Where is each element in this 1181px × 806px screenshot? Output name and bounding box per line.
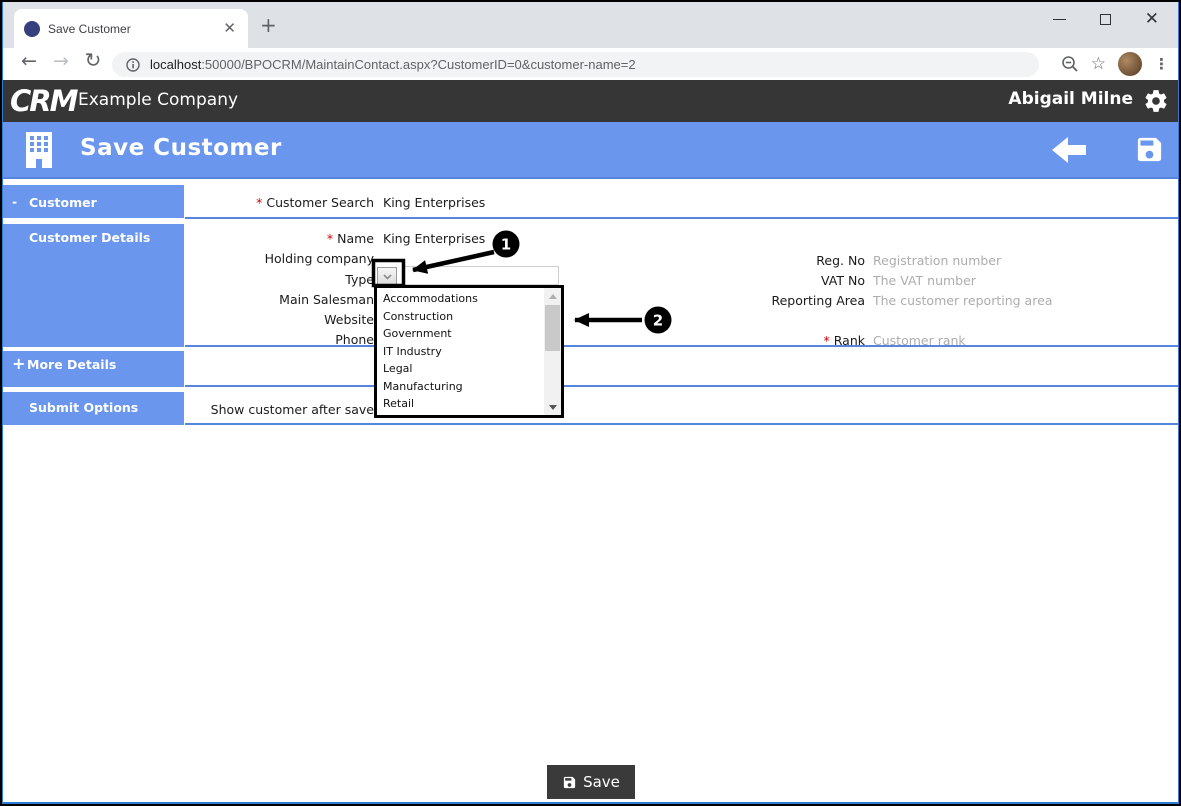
page-title: Save Customer: [80, 135, 282, 161]
dropdown-scrollbar[interactable]: [544, 288, 561, 415]
phone-label: Phone: [335, 332, 374, 347]
new-tab-button[interactable]: +: [260, 15, 277, 35]
profile-avatar[interactable]: [1118, 52, 1142, 76]
forward-icon: →: [53, 50, 69, 72]
type-options: Accommodations Construction Government I…: [377, 288, 544, 415]
back-icon[interactable]: ←: [16, 52, 42, 71]
type-input[interactable]: [402, 266, 559, 285]
type-dropdown-list: Accommodations Construction Government I…: [374, 285, 564, 418]
browser-tab[interactable]: Save Customer ✕: [14, 9, 248, 48]
collapse-minus-icon[interactable]: -: [12, 194, 17, 209]
tab-close-icon[interactable]: ✕: [219, 19, 240, 38]
toolbar-right-icons: ☆ ⋮: [1061, 48, 1169, 80]
type-option[interactable]: Accommodations: [377, 290, 544, 308]
logged-in-user[interactable]: Abigail Milne: [1008, 89, 1133, 109]
name-value[interactable]: King Enterprises: [383, 231, 485, 247]
holding-company-value[interactable]: -: [383, 251, 388, 267]
company-name: Example Company: [78, 90, 239, 110]
scroll-down-icon[interactable]: [544, 399, 561, 415]
type-option[interactable]: Retail: [377, 395, 544, 413]
type-option[interactable]: Manufacturing: [377, 378, 544, 396]
customer-search-label: * Customer Search: [256, 195, 374, 210]
type-option[interactable]: Government: [377, 325, 544, 343]
browser-menu-icon[interactable]: ⋮: [1154, 55, 1169, 73]
app-header: CRM Example Company Abigail Milne: [2, 80, 1179, 122]
sidebar-item-customer-details[interactable]: Customer Details: [2, 224, 184, 347]
vat-no-input[interactable]: The VAT number: [873, 273, 976, 289]
type-label: Type: [345, 272, 374, 287]
browser-toolbar: ← → ↻ localhost:50000/BPOCRM/MaintainCon…: [2, 48, 1179, 80]
url-text[interactable]: localhost:50000/BPOCRM/MaintainContact.a…: [150, 57, 636, 72]
vat-no-label: VAT No: [821, 273, 865, 288]
bookmark-star-icon[interactable]: ☆: [1091, 54, 1106, 74]
settings-gear-icon[interactable]: [1143, 88, 1169, 118]
browser-window: Save Customer ✕ + ✕ ← → ↻ localhost:5000…: [0, 0, 1181, 806]
window-controls: ✕: [1052, 2, 1171, 36]
name-label: * Name: [326, 231, 374, 246]
customer-search-value[interactable]: King Enterprises: [383, 195, 485, 211]
type-option[interactable]: IT Industry: [377, 343, 544, 361]
scrollbar-thumb[interactable]: [545, 305, 560, 351]
show-customer-after-save-label: Show customer after save: [210, 402, 374, 417]
holding-company-label: Holding company: [264, 251, 374, 266]
crm-logo: CRM: [10, 84, 78, 118]
website-label: Website: [324, 312, 374, 327]
section-divider: [185, 423, 1179, 425]
reporting-area-label: Reporting Area: [771, 293, 865, 308]
back-navigation-icon[interactable]: [1051, 136, 1087, 168]
zoom-indicator-icon[interactable]: [1061, 55, 1079, 73]
reg-no-label: Reg. No: [816, 253, 865, 268]
minimize-icon[interactable]: [1052, 18, 1066, 20]
rank-label: * Rank: [823, 333, 865, 348]
reload-icon[interactable]: ↻: [80, 50, 106, 70]
scroll-up-icon[interactable]: [544, 288, 561, 304]
maximize-icon[interactable]: [1099, 13, 1111, 25]
expand-plus-icon[interactable]: +: [12, 354, 25, 373]
sidebar-item-customer[interactable]: - Customer: [2, 185, 184, 218]
save-floppy-icon: [563, 776, 576, 788]
rank-input[interactable]: Customer rank: [873, 333, 966, 349]
form-content: - Customer Customer Details + More Detai…: [2, 181, 1179, 804]
type-option[interactable]: Legal: [377, 360, 544, 378]
section-divider: [185, 385, 1179, 387]
section-divider: [185, 217, 1179, 219]
save-button[interactable]: Save: [547, 765, 635, 799]
tab-strip: Save Customer ✕ + ✕: [2, 2, 1179, 48]
reporting-area-input[interactable]: The customer reporting area: [873, 293, 1052, 309]
sidebar-item-submit-options[interactable]: Submit Options: [2, 392, 184, 425]
chevron-down-icon: [382, 273, 392, 280]
address-bar[interactable]: localhost:50000/BPOCRM/MaintainContact.a…: [112, 52, 1039, 77]
type-option[interactable]: Construction: [377, 308, 544, 326]
reg-no-input[interactable]: Registration number: [873, 253, 1001, 269]
close-window-icon[interactable]: ✕: [1145, 10, 1159, 28]
sidebar-item-more-details[interactable]: + More Details: [2, 351, 184, 387]
tab-title: Save Customer: [48, 21, 131, 36]
page-title-bar: Save Customer: [2, 122, 1179, 179]
type-dropdown-button[interactable]: [377, 267, 397, 286]
save-header-icon[interactable]: [1134, 134, 1165, 169]
customer-building-icon: [24, 132, 54, 172]
page-info-icon[interactable]: [126, 57, 140, 72]
crm-favicon-icon: [24, 20, 40, 37]
main-salesman-label: Main Salesman: [279, 292, 374, 307]
